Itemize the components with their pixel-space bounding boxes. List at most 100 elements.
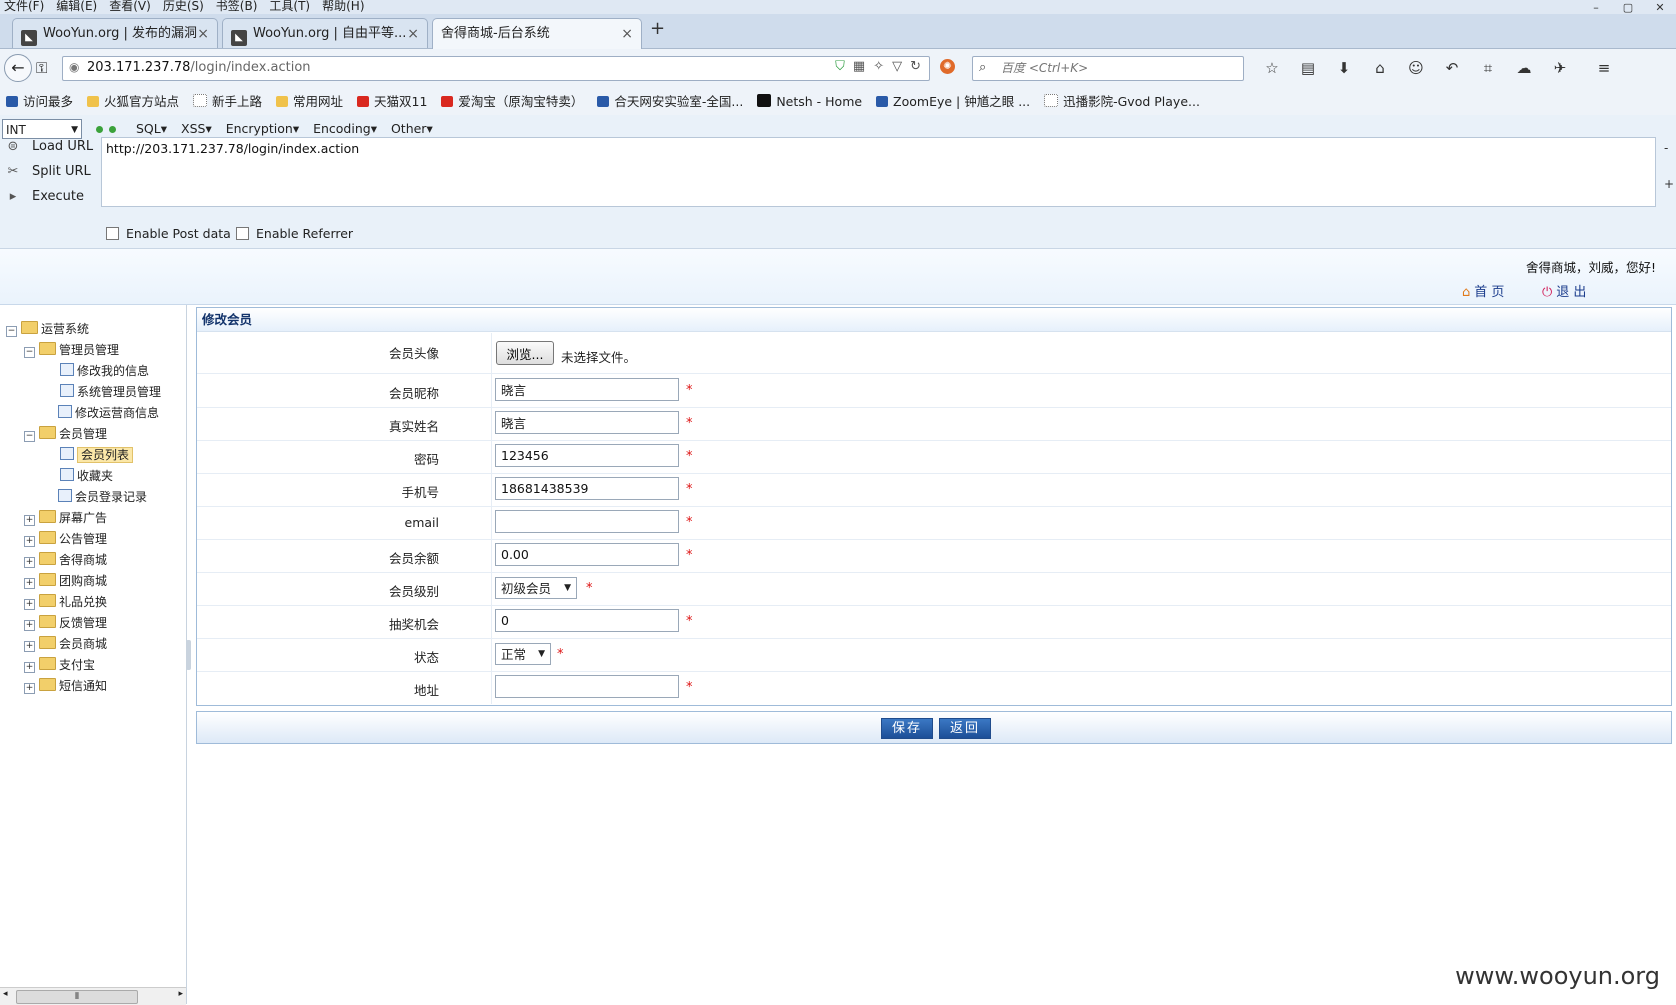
tree-item-operator-info[interactable]: 修改运营商信息 [58, 405, 159, 421]
reload-icon[interactable]: ↻ [910, 59, 921, 74]
tree-group-buy[interactable]: + 团购商城 [24, 573, 107, 589]
tree-member[interactable]: − 会员管理 [24, 426, 107, 442]
bookmark-most-visited[interactable]: 访问最多 [6, 89, 73, 115]
tab-shede-admin[interactable]: 舍得商城-后台系统 × [432, 18, 642, 49]
address-bar[interactable]: ◉ 203.171.237.78/login/index.action ⛉ ▦ ✧ ▽… [62, 56, 930, 81]
address-input[interactable] [495, 675, 679, 698]
bookmark-xunbo[interactable]: 迅播影院-Gvod Playe... [1044, 89, 1200, 115]
restore-icon[interactable]: ▢ [1612, 2, 1644, 14]
sidebar-splitter[interactable] [186, 640, 191, 670]
minimize-icon[interactable]: – [1580, 2, 1612, 14]
scroll-thumb[interactable]: ⦀ [16, 990, 138, 1004]
star-icon[interactable]: ☆ [1254, 59, 1290, 77]
collapse-icon[interactable]: − [24, 431, 35, 442]
menu-history[interactable]: 历史(S) [163, 0, 204, 13]
expand-icon[interactable]: + [24, 578, 35, 589]
tree-screen-ads[interactable]: + 屏幕广告 [24, 510, 107, 526]
sidebar-horizontal-scrollbar[interactable]: ◂ ⦀ ▸ [0, 987, 186, 1005]
menu-view[interactable]: 查看(V) [109, 0, 151, 13]
tree-gift-exchange[interactable]: + 礼品兑换 [24, 594, 107, 610]
split-url-button[interactable]: ✂ Split URL [6, 164, 96, 179]
status-select[interactable]: 正常 ▼ [495, 643, 551, 665]
close-tab-icon[interactable]: × [197, 19, 209, 49]
balance-input[interactable] [495, 543, 679, 566]
screenshot-icon[interactable]: ⌗ [1470, 59, 1506, 77]
tree-alipay[interactable]: + 支付宝 [24, 657, 95, 673]
tab-wooyun-free[interactable]: ◣ WooYun.org | 自由平等... × [222, 18, 428, 48]
save-button[interactable]: 保存 [881, 718, 934, 739]
enable-referrer-checkbox[interactable]: Enable Referrer [236, 226, 353, 241]
execute-button[interactable]: ▸ Execute [6, 189, 96, 204]
expand-icon[interactable]: + [24, 557, 35, 568]
collapse-icon[interactable]: − [24, 347, 35, 358]
expand-icon[interactable]: + [24, 641, 35, 652]
menu-file[interactable]: 文件(F) [4, 0, 44, 13]
tree-shede-mall[interactable]: + 舍得商城 [24, 552, 107, 568]
extension-icon[interactable]: ✧ [873, 59, 884, 74]
identity-key-icon[interactable]: ⚿ [36, 59, 47, 77]
comment-icon[interactable]: ☁ [1506, 59, 1542, 77]
tree-item-login-records[interactable]: 会员登录记录 [58, 489, 147, 505]
minus-icon[interactable] [96, 126, 103, 133]
level-select[interactable]: 初级会员 ▼ [495, 577, 577, 599]
qr-code-icon[interactable]: ▦ [853, 59, 865, 74]
tree-item-favorites[interactable]: 收藏夹 [60, 468, 113, 484]
tree-feedback[interactable]: + 反馈管理 [24, 615, 107, 631]
nickname-input[interactable] [495, 378, 679, 401]
expand-icon[interactable]: + [24, 662, 35, 673]
expand-icon[interactable]: + [1664, 177, 1674, 191]
scroll-right-icon[interactable]: ▸ [178, 989, 183, 999]
bookmark-tmall[interactable]: 天猫双11 [357, 89, 427, 115]
tree-item-my-info[interactable]: 修改我的信息 [60, 363, 149, 379]
back-button[interactable]: 返回 [939, 718, 992, 739]
collapse-icon[interactable]: − [6, 326, 17, 337]
reading-list-icon[interactable]: ▤ [1290, 59, 1326, 77]
home-icon[interactable]: ⌂ [1362, 59, 1398, 77]
menu-edit[interactable]: 编辑(E) [56, 0, 97, 13]
phone-input[interactable] [495, 477, 679, 500]
tree-sms[interactable]: + 短信通知 [24, 678, 107, 694]
menu-help[interactable]: 帮助(H) [322, 0, 364, 13]
close-tab-icon[interactable]: × [621, 19, 633, 49]
tree-item-member-list[interactable]: 会员列表 [60, 447, 134, 463]
menu-tools[interactable]: 工具(T) [269, 0, 310, 13]
download-icon[interactable]: ⬇ [1326, 59, 1362, 77]
shrink-icon[interactable]: - [1664, 141, 1668, 155]
bookmark-netsh[interactable]: Netsh - Home [757, 89, 862, 115]
undo-icon[interactable]: ↶ [1434, 59, 1470, 77]
tools-icon[interactable]: ✈ [1542, 59, 1578, 77]
bookmark-aitaobao[interactable]: 爱淘宝（原淘宝特卖） [441, 89, 583, 115]
logout-link[interactable]: ⏻ 退 出 [1542, 281, 1586, 300]
expand-icon[interactable]: + [24, 515, 35, 526]
scroll-left-icon[interactable]: ◂ [3, 989, 8, 999]
expand-icon[interactable]: + [24, 599, 35, 610]
bookmark-zoomeye[interactable]: ZoomEye | 钟馗之眼 ... [876, 89, 1030, 115]
search-input[interactable] [999, 60, 1233, 76]
tree-notices[interactable]: + 公告管理 [24, 531, 107, 547]
addon-icon[interactable]: ✺ [940, 59, 955, 74]
menu-bookmarks[interactable]: 书签(B) [216, 0, 258, 13]
menu-other[interactable]: Other▾ [391, 121, 433, 136]
menu-sql[interactable]: SQL▾ [136, 121, 167, 136]
browse-button[interactable]: 浏览... [496, 341, 554, 365]
plus-icon[interactable] [109, 126, 116, 133]
hackbar-url-input[interactable] [102, 138, 1655, 206]
tree-root[interactable]: − 运营系统 [6, 321, 89, 337]
bookmark-common-sites[interactable]: 常用网址 [276, 89, 343, 115]
close-tab-icon[interactable]: × [407, 19, 419, 49]
search-box[interactable]: ⌕ [972, 56, 1244, 81]
close-window-icon[interactable]: ✕ [1644, 2, 1676, 14]
expand-icon[interactable]: + [24, 683, 35, 694]
expand-icon[interactable]: + [24, 536, 35, 547]
chat-icon[interactable]: ☺ [1398, 59, 1434, 77]
expand-icon[interactable]: + [24, 620, 35, 631]
shield-icon[interactable]: ⛉ [835, 59, 845, 74]
site-info-icon[interactable]: ◉ [69, 60, 79, 74]
menu-xss[interactable]: XSS▾ [181, 121, 212, 136]
menu-encryption[interactable]: Encryption▾ [226, 121, 299, 136]
realname-input[interactable] [495, 411, 679, 434]
dropdown-icon[interactable]: ▽ [892, 59, 902, 74]
tree-member-mall[interactable]: + 会员商城 [24, 636, 107, 652]
bookmark-hetian[interactable]: 合天网安实验室-全国... [597, 89, 743, 115]
email-input[interactable] [495, 510, 679, 533]
